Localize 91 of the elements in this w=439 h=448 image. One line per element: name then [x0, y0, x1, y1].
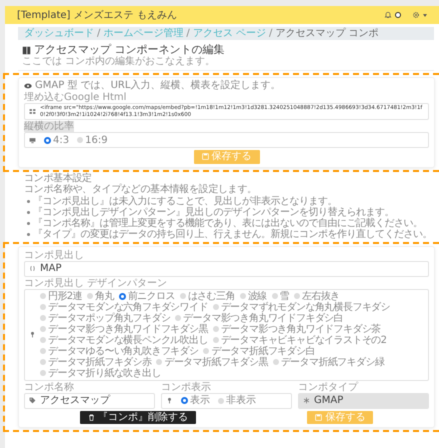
radio-button[interactable]	[40, 326, 46, 332]
pin-icon	[29, 331, 36, 338]
radio-label: 表示	[190, 395, 210, 406]
ratio-option[interactable]: 4:3	[44, 134, 70, 146]
breadcrumb-separator: /	[268, 28, 272, 39]
note-text: GMAP 型 では、URL入力、縦横、横表を設定します。	[35, 80, 280, 92]
pattern-option[interactable]: 円形2連	[40, 290, 82, 302]
bullet-icon	[27, 200, 30, 203]
radio-button[interactable]	[181, 397, 188, 404]
pattern-option[interactable]: 雪	[272, 290, 290, 302]
name-input-field[interactable]: アクセスマップ	[24, 392, 155, 409]
radio-button[interactable]	[40, 348, 46, 354]
pattern-option[interactable]: 角丸	[86, 290, 114, 302]
eye-icon	[24, 82, 32, 90]
bullet-text: 『コンポ見出しデザインパターン』見出しのデザインパターンを切り替えられます。	[33, 206, 394, 218]
grid-icon	[29, 108, 36, 116]
settings-icon[interactable]	[412, 11, 420, 19]
radio-button[interactable]	[212, 337, 219, 344]
pin-icon	[166, 397, 173, 404]
radio-button[interactable]	[86, 293, 93, 300]
brackets-icon	[29, 265, 36, 272]
bell-icon[interactable]	[384, 11, 392, 19]
ratio-option[interactable]: 16:9	[77, 134, 108, 146]
site-title: [Template] メンズエステ もえみん	[17, 10, 177, 20]
radio-label: 前ニクロス	[128, 290, 175, 302]
bullet-text: 『コンポ名称』は管理上変更をする機能であり、表には出ないので自由にご記載ください。	[33, 218, 422, 229]
radio-label: 16:9	[85, 134, 108, 146]
field-label: 縦横の比率	[24, 121, 74, 132]
radio-button[interactable]	[40, 304, 46, 310]
radio-button[interactable]	[203, 348, 210, 354]
display-option[interactable]: 非表示	[218, 395, 256, 406]
radio-button[interactable]	[156, 359, 162, 366]
breadcrumb-link[interactable]: ホームページ管理	[103, 28, 184, 39]
radio-button[interactable]	[180, 293, 186, 300]
save-icon	[202, 153, 208, 160]
radio-button[interactable]	[218, 398, 224, 404]
trash-icon	[88, 414, 95, 421]
radio-button[interactable]	[294, 293, 300, 300]
book-icon	[22, 46, 31, 55]
section-description: コンポ名称や、タイプなどの基本情報を設定します。	[24, 184, 258, 195]
display-option[interactable]: 表示	[181, 395, 210, 406]
radio-button[interactable]	[272, 293, 278, 300]
field-label: コンポ見出し デザインパターン	[24, 278, 168, 289]
radio-button[interactable]	[77, 137, 84, 144]
bullet-icon	[27, 222, 30, 225]
radio-button[interactable]	[212, 326, 219, 332]
bullet-icon	[27, 210, 30, 214]
tag-icon	[29, 397, 36, 404]
field-label: コンポタイプ	[298, 382, 360, 393]
radio-button[interactable]	[40, 370, 46, 376]
field-label: コンポ見出し	[24, 250, 85, 261]
section-title: コンポ基本設定	[24, 172, 93, 184]
radio-label: 4:3	[53, 134, 70, 146]
breadcrumb-separator: /	[97, 28, 100, 39]
pattern-option[interactable]: 波線	[240, 290, 267, 302]
monitor-icon	[29, 136, 36, 144]
radio-button[interactable]	[44, 136, 51, 144]
radio-label: 左右抜き	[302, 290, 340, 302]
radio-label: 雪	[280, 290, 290, 302]
breadcrumb-link[interactable]: アクセス ページ	[192, 28, 266, 39]
radio-button[interactable]	[40, 337, 46, 344]
field-label: 埋め込むGoogle Html	[24, 92, 128, 104]
radio-button[interactable]	[118, 292, 126, 300]
radio-button[interactable]	[40, 315, 46, 322]
save-icon	[315, 414, 322, 421]
radio-button[interactable]	[272, 359, 279, 366]
bullet-icon	[27, 232, 30, 236]
page-subtitle: ここでは コンポ内の編集がおこなえます。	[22, 56, 216, 68]
breadcrumb-link[interactable]: ダッシュボード	[24, 28, 94, 39]
field-label: コンポ名称	[24, 382, 75, 393]
radio-label: 円形2連	[48, 290, 82, 302]
caret-icon[interactable]	[423, 14, 427, 16]
radio-button[interactable]	[212, 304, 219, 310]
bullet-text: 『タイプ』の変更はデータの持ち回り上、行えません。新規にコンポを作り直してください。	[33, 228, 432, 240]
page-title: アクセスマップ コンポーネントの編集	[34, 44, 224, 56]
radio-button[interactable]	[240, 293, 246, 300]
bullet-text: 『コンポ見出し』は未入力にすることで、見出しが非表示となります。	[33, 196, 337, 207]
radio-label: 非表示	[226, 395, 256, 406]
radio-label: 波線	[248, 290, 267, 302]
pattern-option[interactable]: 前ニクロス	[118, 290, 175, 302]
delete-button[interactable]: 『コンポ』削除する	[80, 410, 196, 424]
radio-label: 角丸	[94, 290, 114, 302]
breadcrumb-separator: /	[186, 28, 190, 39]
pattern-option[interactable]: 左右抜き	[294, 290, 340, 302]
field-label: コンポ表示	[161, 382, 212, 393]
radio-button[interactable]	[40, 359, 46, 366]
heading-input-field[interactable]: MAP	[24, 260, 429, 277]
breadcrumb-current: アクセスマップ コンポ	[275, 28, 378, 39]
radio-button[interactable]	[40, 293, 46, 300]
radio-button[interactable]	[175, 315, 182, 322]
asterisk-icon	[303, 397, 310, 404]
